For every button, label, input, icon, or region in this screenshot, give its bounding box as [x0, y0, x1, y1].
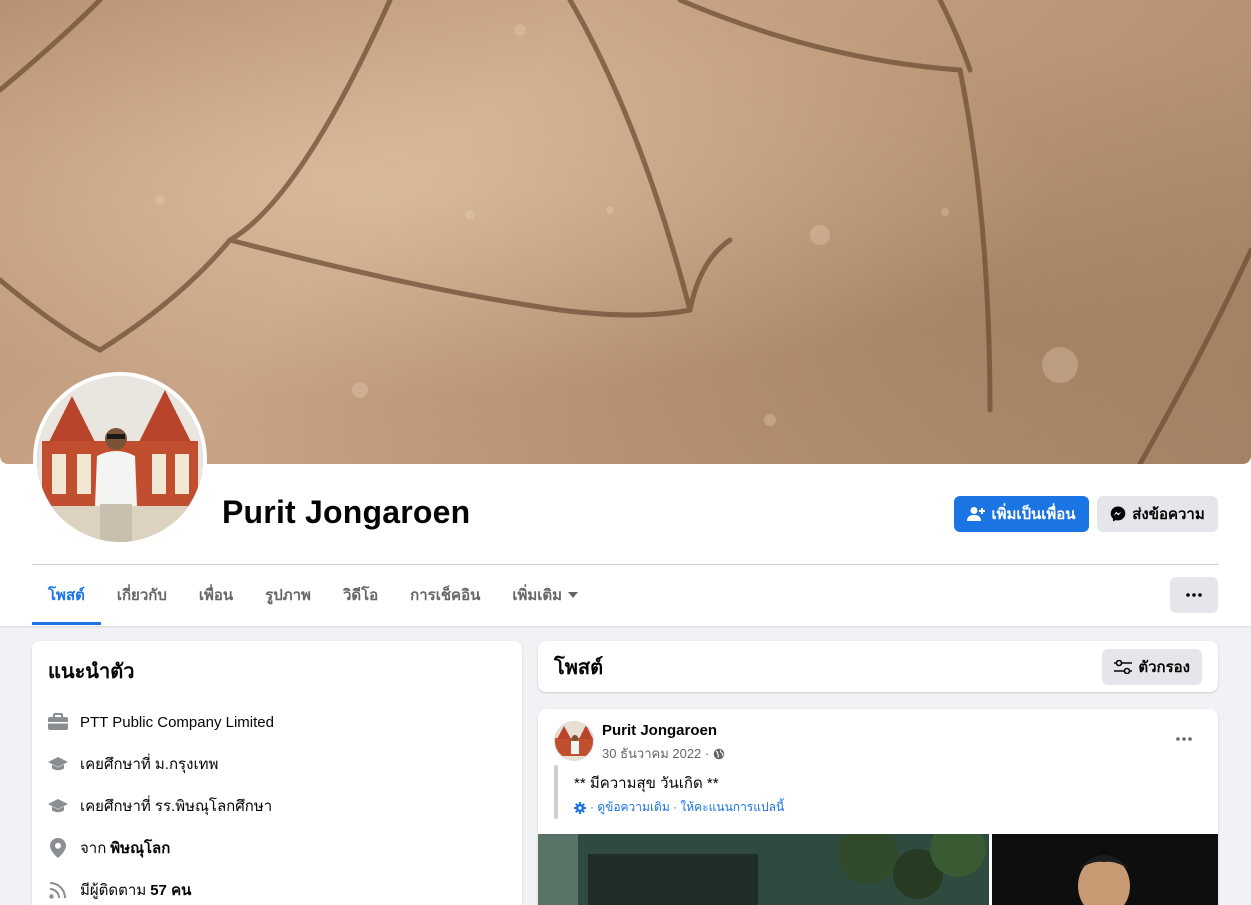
globe-icon — [713, 748, 725, 759]
post-options-button[interactable] — [1166, 727, 1202, 751]
post-photo[interactable] — [538, 821, 989, 905]
intro-hometown-place[interactable]: พิษณุโลก — [110, 836, 170, 860]
intro-followers-prefix: มีผู้ติดตาม — [80, 882, 147, 899]
intro-title: แนะนำตัว — [48, 661, 135, 683]
tab-checkins[interactable]: การเช็คอิน — [394, 565, 496, 625]
intro-education-text[interactable]: เคยศึกษาที่ รร.พิษณุโลกศึกษา — [80, 794, 272, 818]
portrait-photo — [992, 834, 1218, 905]
filter-sliders-icon — [1114, 659, 1133, 674]
avatar-photo — [37, 376, 203, 542]
tab-label: วิดีโอ — [342, 587, 379, 604]
profile-name: Purit Jongaroen — [222, 494, 471, 530]
temple-portrait-image — [555, 722, 593, 760]
add-friend-label: เพิ่มเป็นเพื่อน — [991, 506, 1076, 523]
briefcase-icon — [48, 712, 68, 732]
tab-label: โพสต์ — [48, 587, 85, 604]
gear-icon — [574, 801, 586, 814]
post-date[interactable]: 30 ธันวาคม 2022 · — [602, 743, 709, 764]
intro-education-row: เคยศึกษาที่ ม.กรุงเทพ — [48, 743, 506, 785]
tab-more[interactable]: เพิ่มเติม — [496, 565, 594, 625]
posts-title: โพสต์ — [554, 656, 604, 679]
add-friend-icon — [967, 507, 986, 521]
temple-portrait-image — [37, 376, 203, 542]
intro-hometown-prefix: จาก — [80, 840, 107, 857]
ellipsis-icon — [1186, 593, 1202, 597]
tab-label: เพิ่มเติม — [512, 587, 563, 604]
intro-education-text[interactable]: เคยศึกษาที่ ม.กรุงเทพ — [80, 752, 218, 776]
post-text: ** มีความสุข วันเกิด ** — [574, 775, 719, 792]
add-friend-button[interactable]: เพิ่มเป็นเพื่อน — [954, 496, 1089, 532]
post-author-name[interactable]: Purit Jongaroen — [602, 722, 717, 739]
intro-card: แนะนำตัว PTT Public Company Limited เคยศ… — [32, 641, 522, 905]
intro-work-text[interactable]: PTT Public Company Limited — [80, 714, 274, 731]
post-card: Purit Jongaroen 30 ธันวาคม 2022 · ** มีค… — [538, 709, 1218, 905]
profile-header: Purit Jongaroen เพิ่มเป็นเพื่อน ส่งข้อคว… — [0, 0, 1251, 626]
profile-avatar[interactable] — [33, 372, 207, 546]
rss-feed-icon — [48, 880, 68, 900]
graduation-cap-icon — [48, 796, 68, 816]
intro-hometown-row: จาก พิษณุโลก — [48, 827, 506, 869]
profile-tabs: โพสต์ เกี่ยวกับ เพื่อน รูปภาพ วิดีโอ การ… — [32, 565, 594, 625]
translation-links-text[interactable]: · ดูข้อความเดิม · ให้คะแนนการแปลนี้ — [590, 798, 784, 817]
send-message-button[interactable]: ส่งข้อความ — [1097, 496, 1218, 532]
post-author-avatar[interactable] — [554, 721, 594, 761]
green-outdoor-photo — [538, 821, 989, 905]
filter-label: ตัวกรอง — [1138, 658, 1190, 676]
profile-more-options-button[interactable] — [1170, 577, 1218, 613]
ellipsis-icon — [1176, 737, 1192, 741]
filter-button[interactable]: ตัวกรอง — [1102, 648, 1202, 685]
intro-followers-count[interactable]: 57 คน — [150, 878, 191, 902]
post-meta: 30 ธันวาคม 2022 · — [602, 743, 725, 764]
translation-links[interactable]: · ดูข้อความเดิม · ให้คะแนนการแปลนี้ — [574, 798, 784, 817]
tab-label: เพื่อน — [198, 587, 234, 604]
messenger-icon — [1110, 506, 1126, 522]
tab-label: เกี่ยวกับ — [116, 587, 167, 604]
posts-header-card: โพสต์ ตัวกรอง — [538, 641, 1218, 692]
caret-down-icon — [568, 592, 579, 598]
tab-videos[interactable]: วิดีโอ — [327, 565, 394, 625]
post-photo[interactable] — [992, 834, 1218, 905]
graduation-cap-icon — [48, 754, 68, 774]
sand-drawing-lines — [0, 0, 1251, 464]
tab-photos[interactable]: รูปภาพ — [249, 565, 327, 625]
tab-label: การเช็คอิน — [410, 587, 481, 604]
intro-education-row: เคยศึกษาที่ รร.พิษณุโลกศึกษา — [48, 785, 506, 827]
tab-friends[interactable]: เพื่อน — [183, 565, 249, 625]
location-pin-icon — [48, 838, 68, 858]
tab-posts[interactable]: โพสต์ — [32, 565, 101, 625]
send-message-label: ส่งข้อความ — [1132, 506, 1205, 523]
tab-label: รูปภาพ — [265, 587, 311, 604]
cover-photo[interactable] — [0, 0, 1251, 464]
translation-quote-bar — [554, 765, 558, 819]
intro-work-row: PTT Public Company Limited — [48, 701, 506, 743]
tab-about[interactable]: เกี่ยวกับ — [101, 565, 183, 625]
intro-followers-row: มีผู้ติดตาม 57 คน — [48, 869, 506, 905]
